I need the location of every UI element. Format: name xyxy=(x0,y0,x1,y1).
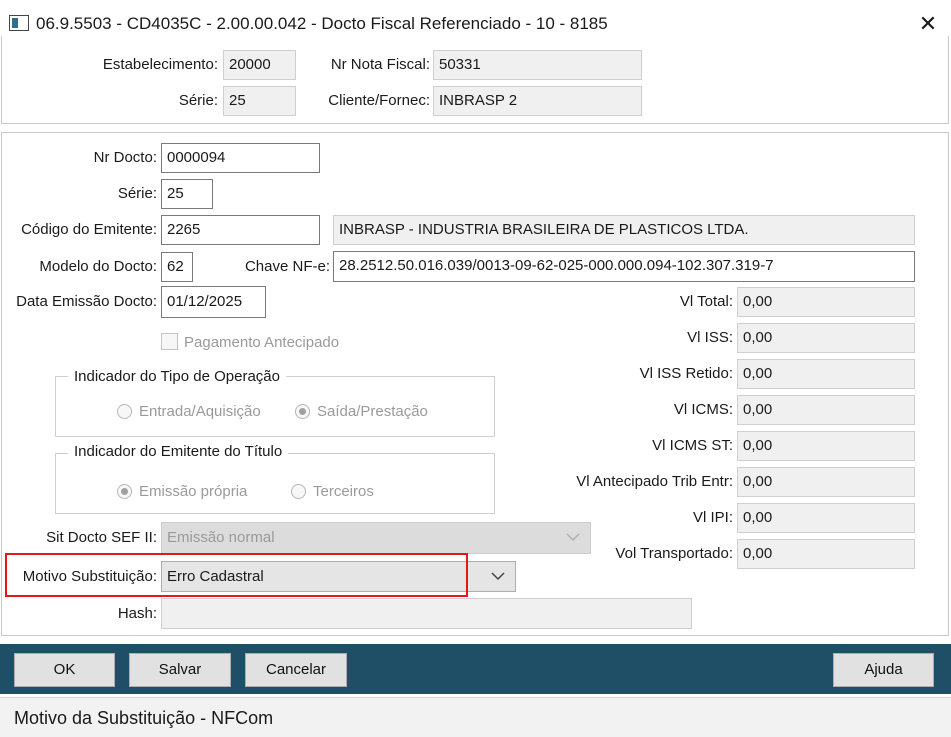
radio-entrada-label: Entrada/Aquisição xyxy=(139,403,261,420)
cod-emitente-input[interactable]: 2265 xyxy=(161,215,320,245)
value-label: Vol Transportado: xyxy=(615,545,733,562)
value-label: Vl ICMS: xyxy=(673,401,733,418)
value-field: 0,00 xyxy=(737,467,915,497)
pagamento-antecipado-checkbox[interactable] xyxy=(161,333,178,350)
radio-saida[interactable] xyxy=(295,404,310,419)
modelo-label: Modelo do Docto: xyxy=(39,258,157,275)
value-label: Vl ISS: xyxy=(687,329,733,346)
estabelecimento-field: 20000 xyxy=(223,50,296,80)
ajuda-button[interactable]: Ajuda xyxy=(833,653,934,687)
value-field: 0,00 xyxy=(737,539,915,569)
value-field: 0,00 xyxy=(737,503,915,533)
value-field: 0,00 xyxy=(737,431,915,461)
sit-docto-label: Sit Docto SEF II: xyxy=(46,529,157,546)
radio-entrada[interactable] xyxy=(117,404,132,419)
cliente-field: INBRASP 2 xyxy=(433,86,642,116)
nr-docto-label: Nr Docto: xyxy=(93,149,157,166)
estabelecimento-label: Estabelecimento: xyxy=(102,56,218,73)
data-emissao-label: Data Emissão Docto: xyxy=(16,293,157,310)
cancelar-button[interactable]: Cancelar xyxy=(245,653,347,687)
status-bar: Motivo da Substituição - NFCom xyxy=(0,697,951,737)
value-field: 0,00 xyxy=(737,323,915,353)
chevron-down-icon xyxy=(491,572,505,581)
radio-emissao-propria-label: Emissão própria xyxy=(139,483,248,500)
value-label: Vl Antecipado Trib Entr: xyxy=(576,473,733,490)
radio-terceiros[interactable] xyxy=(291,484,306,499)
value-field: 0,00 xyxy=(737,395,915,425)
value-label: Vl Total: xyxy=(679,293,733,310)
nr-docto-input[interactable]: 0000094 xyxy=(161,143,320,173)
chevron-down-icon xyxy=(566,533,580,542)
header-serie-label: Série: xyxy=(178,92,218,109)
window-title: 06.9.5503 - CD4035C - 2.00.00.042 - Doct… xyxy=(36,14,608,33)
value-field: 0,00 xyxy=(737,287,915,317)
radio-emissao-propria[interactable] xyxy=(117,484,132,499)
status-text: Motivo da Substituição - NFCom xyxy=(14,708,274,728)
radio-saida-label: Saída/Prestação xyxy=(317,403,428,420)
header-serie-field: 25 xyxy=(223,86,296,116)
value-label: Vl ISS Retido: xyxy=(639,365,733,382)
serie-input[interactable]: 25 xyxy=(161,179,213,209)
cliente-label: Cliente/Fornec: xyxy=(328,92,430,109)
nr-nota-label: Nr Nota Fiscal: xyxy=(330,56,430,73)
indicador-emitente-title: Indicador do Emitente do Título xyxy=(68,442,289,462)
value-field: 0,00 xyxy=(737,359,915,389)
serie-label: Série: xyxy=(117,185,157,202)
sit-docto-value: Emissão normal xyxy=(167,529,275,546)
salvar-button[interactable]: Salvar xyxy=(129,653,231,687)
close-icon[interactable]: ✕ xyxy=(914,10,942,38)
chave-input[interactable]: 28.2512.50.016.039/0013-09-62-025-000.00… xyxy=(333,251,915,282)
hash-field xyxy=(161,598,692,629)
value-label: Vl IPI: xyxy=(692,509,733,526)
data-emissao-input[interactable]: 01/12/2025 xyxy=(161,286,266,318)
ok-button[interactable]: OK xyxy=(14,653,115,687)
chave-label: Chave NF-e: xyxy=(244,258,330,275)
sit-docto-select[interactable]: Emissão normal xyxy=(161,522,591,554)
modelo-input[interactable]: 62 xyxy=(161,252,193,282)
hash-label: Hash: xyxy=(117,605,157,622)
indicador-tipo-title: Indicador do Tipo de Operação xyxy=(68,367,286,387)
pagamento-antecipado-label: Pagamento Antecipado xyxy=(184,334,340,351)
cod-emitente-label: Código do Emitente: xyxy=(21,221,157,238)
nr-nota-field: 50331 xyxy=(433,50,642,80)
radio-terceiros-label: Terceiros xyxy=(313,483,374,500)
value-label: Vl ICMS ST: xyxy=(652,437,733,454)
emitente-nome-field: INBRASP - INDUSTRIA BRASILEIRA DE PLASTI… xyxy=(333,215,915,245)
motivo-highlight xyxy=(5,553,468,597)
app-icon xyxy=(9,15,29,31)
